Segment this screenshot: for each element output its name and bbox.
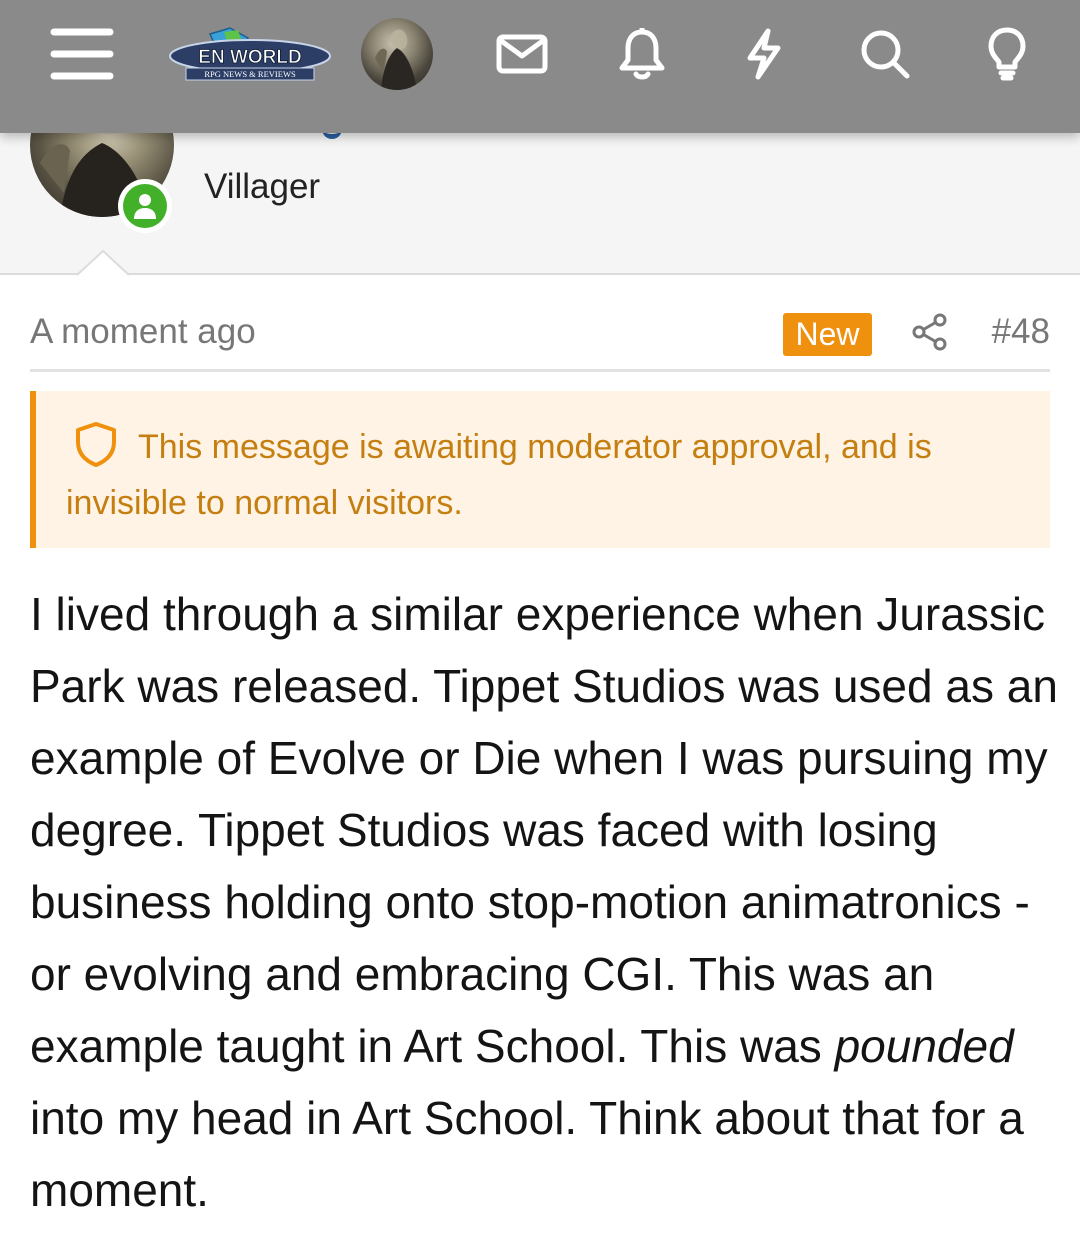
search-icon bbox=[861, 30, 910, 79]
new-badge: New bbox=[783, 313, 872, 356]
post-meta-bar: A moment ago New #48 bbox=[30, 296, 1050, 372]
whats-new-button[interactable] bbox=[732, 22, 796, 86]
post-text-continued: into my head in Art School. Think about … bbox=[30, 1092, 1024, 1216]
post-text: I lived through a similar experience whe… bbox=[30, 588, 1058, 1072]
user-icon bbox=[134, 194, 156, 219]
account-avatar[interactable] bbox=[361, 18, 433, 90]
lightbulb-icon bbox=[988, 27, 1026, 81]
post-text-emphasis: pounded bbox=[834, 1020, 1014, 1072]
search-button[interactable] bbox=[853, 22, 917, 86]
header-pointer-caret bbox=[77, 249, 129, 276]
svg-text:RPG NEWS & REVIEWS: RPG NEWS & REVIEWS bbox=[204, 69, 296, 79]
moderation-notice: This message is awaiting moderator appro… bbox=[30, 391, 1050, 548]
shield-icon bbox=[76, 422, 116, 467]
post-number-link[interactable]: #48 bbox=[992, 312, 1050, 352]
inbox-button[interactable] bbox=[490, 22, 554, 86]
top-navigation-bar: EN WORLD RPG NEWS & REVIEWS bbox=[0, 0, 1080, 133]
moderation-notice-text: This message is awaiting moderator appro… bbox=[66, 428, 932, 522]
svg-text:EN WORLD: EN WORLD bbox=[198, 47, 301, 68]
user-title: Villager bbox=[204, 167, 321, 206]
post-timestamp[interactable]: A moment ago bbox=[30, 312, 256, 352]
style-toggle-button[interactable] bbox=[975, 22, 1039, 86]
alerts-button[interactable] bbox=[610, 22, 674, 86]
post-author-header: Villager bbox=[0, 73, 1080, 275]
online-status-badge bbox=[118, 179, 172, 233]
hamburger-icon bbox=[50, 28, 114, 80]
lightning-icon bbox=[747, 28, 781, 80]
envelope-icon bbox=[496, 34, 548, 74]
post-message-body: I lived through a similar experience whe… bbox=[30, 578, 1060, 1226]
share-icon[interactable] bbox=[910, 312, 950, 352]
site-logo[interactable]: EN WORLD RPG NEWS & REVIEWS bbox=[168, 26, 332, 86]
bell-icon bbox=[619, 28, 665, 80]
menu-button[interactable] bbox=[50, 22, 114, 86]
